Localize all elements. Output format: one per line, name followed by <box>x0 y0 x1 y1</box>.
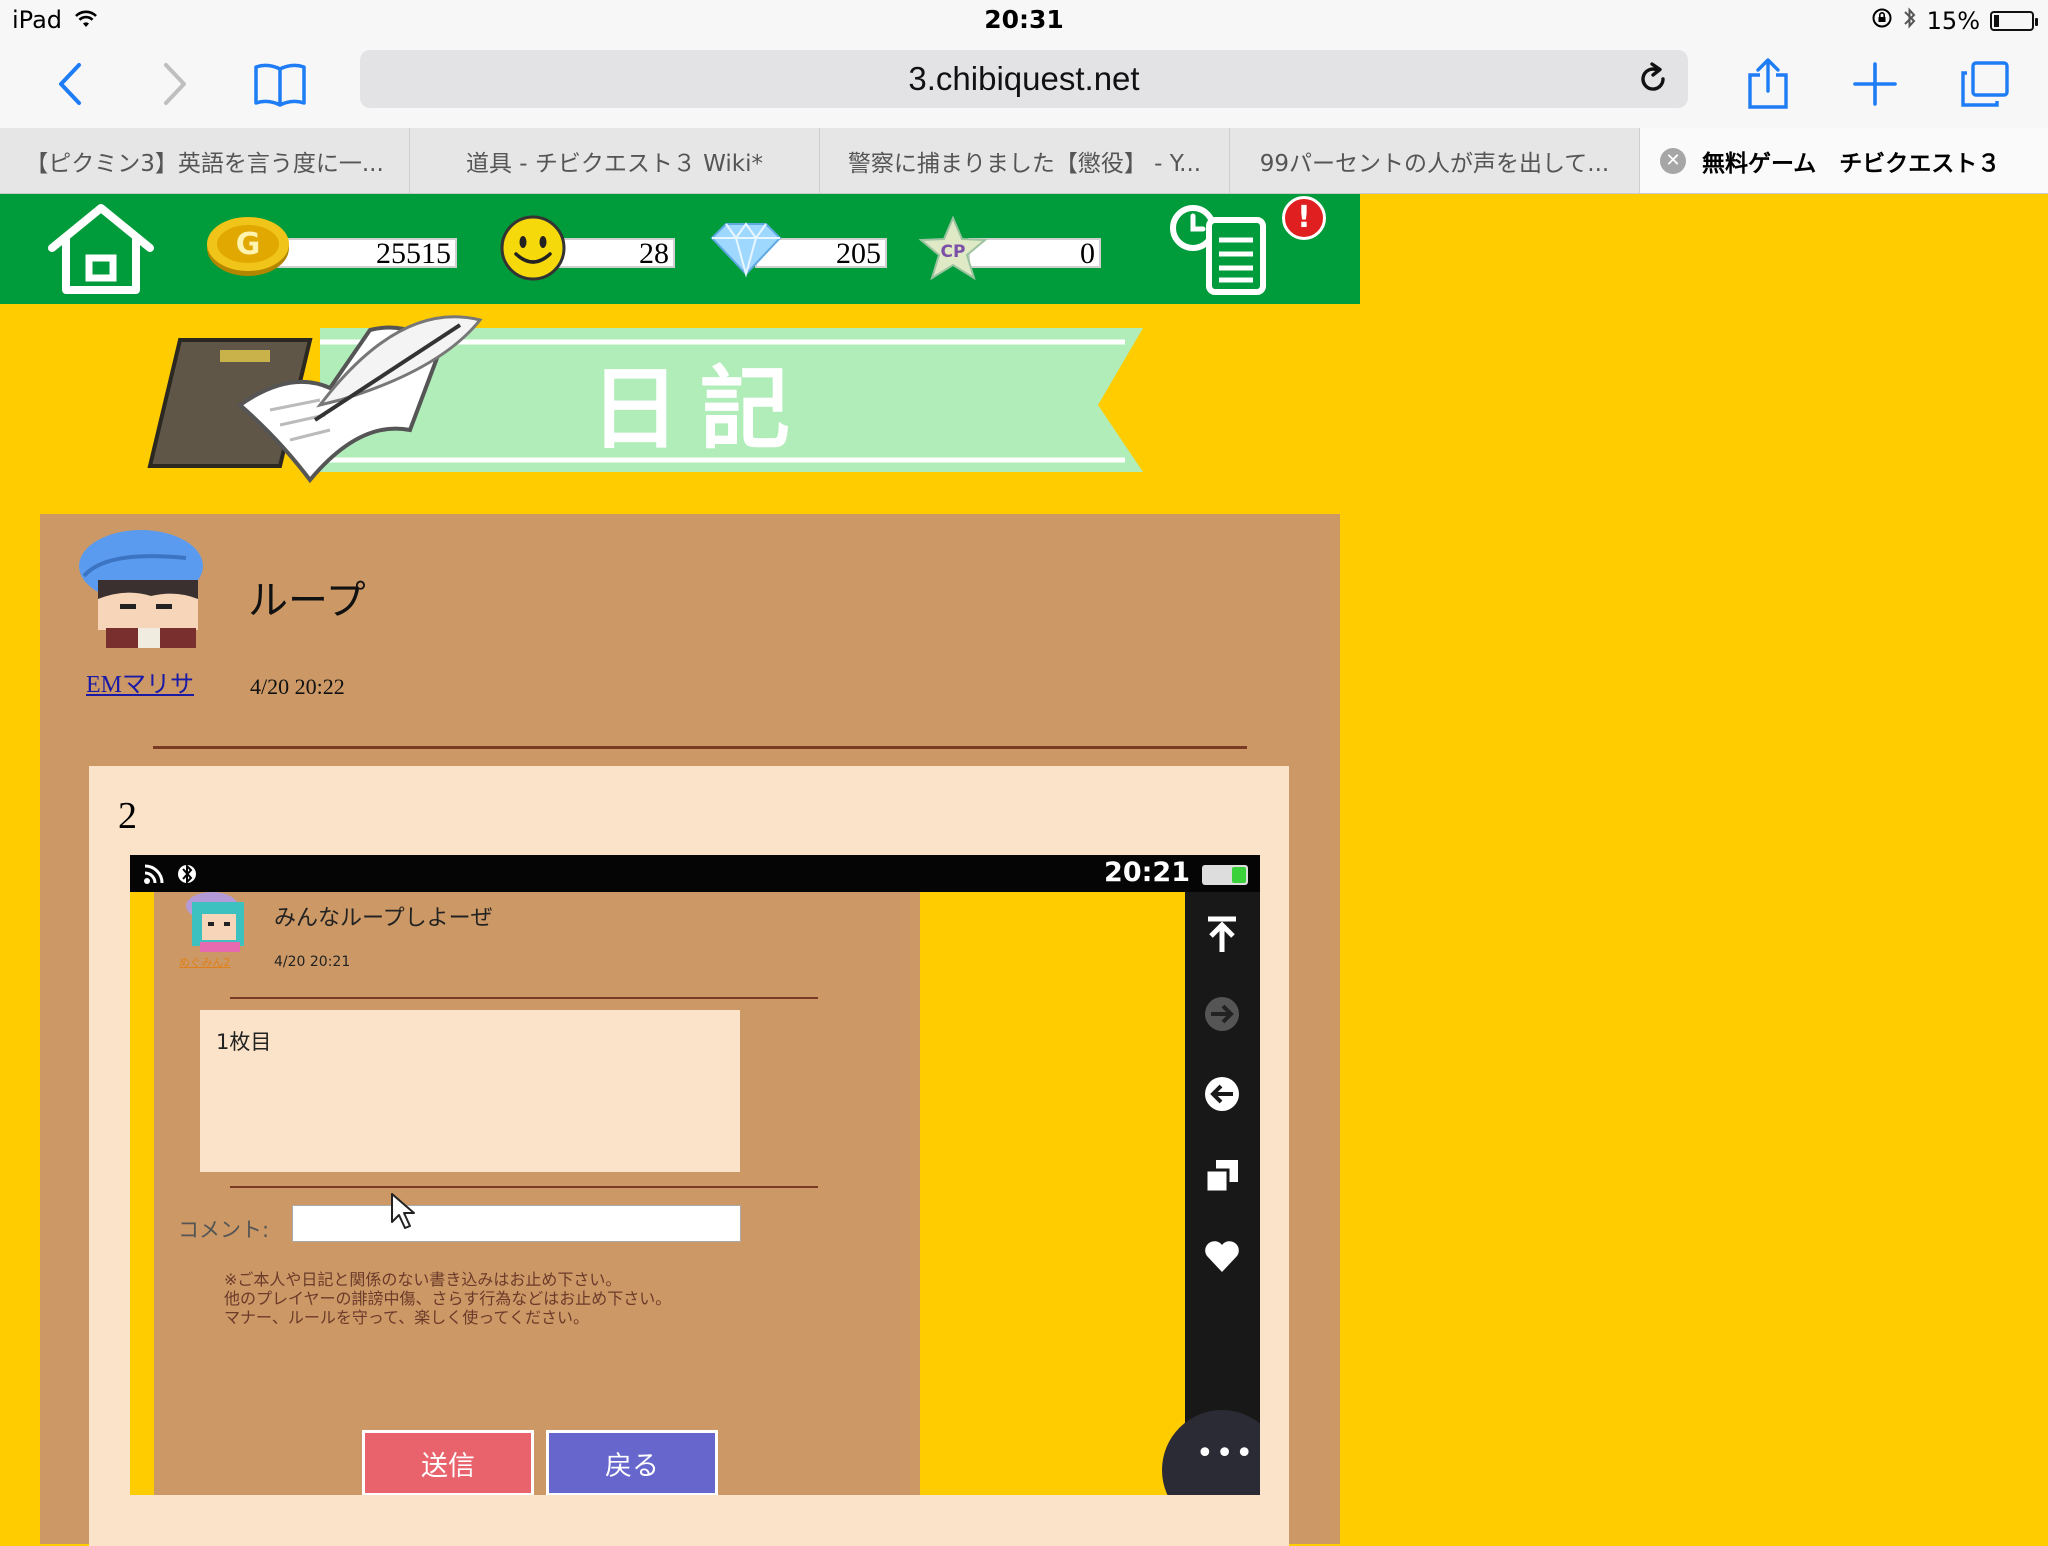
banner-title: 日記 <box>590 357 810 462</box>
embedded-screenshot: 20:21 めぐみん2 みんなループしよーぜ 4/20 20:21 1枚目 コメ… <box>130 855 1260 1495</box>
reload-icon[interactable] <box>1636 61 1670 105</box>
more-options-icon: ••• <box>1162 1410 1260 1495</box>
address-bar[interactable]: 3.chibiquest.net <box>360 50 1688 108</box>
browser-tab[interactable]: 警察に捕まりました【懲役】 - Y... <box>820 128 1230 193</box>
status-bar: iPad 20:31 15% <box>0 0 2048 40</box>
screenshot-time: 20:21 <box>1104 857 1190 888</box>
screenshot-post-body: 1枚目 <box>200 1010 740 1172</box>
forward-button[interactable] <box>145 40 205 128</box>
back-button[interactable] <box>40 40 100 128</box>
author-link[interactable]: EMマリサ <box>86 664 194 699</box>
tabs-button[interactable] <box>1955 40 2015 128</box>
tabs-icon <box>1961 61 2009 107</box>
home-icon <box>48 204 154 294</box>
close-tab-icon[interactable]: ✕ <box>1660 148 1686 174</box>
diary-date: 4/20 20:22 <box>250 674 345 699</box>
mouse-cursor-icon <box>390 1192 416 1234</box>
status-time: 20:31 <box>984 5 1064 34</box>
smile-icon <box>499 214 567 286</box>
book-icon <box>254 63 306 107</box>
comment-input <box>292 1205 741 1242</box>
screenshot-status-bar: 20:21 <box>130 855 1260 892</box>
share-icon <box>1748 58 1788 109</box>
plus-icon <box>1853 62 1897 106</box>
diary-banner: 日記 <box>140 310 1150 500</box>
browser-tab[interactable]: 【ピクミン3】英語を言う度に一... <box>0 128 410 193</box>
alert-badge: ! <box>1282 196 1326 240</box>
back-button: 戻る <box>546 1430 718 1495</box>
cp-star-icon: CP <box>918 215 988 286</box>
note-line: 他のプレイヤーの誹謗中傷、さらす行為などはお止め下さい。 <box>224 1289 672 1308</box>
screenshot-side-toolbar <box>1185 892 1260 1495</box>
scroll-top-icon <box>1200 912 1244 956</box>
game-header: 25515 G 28 205 0 CP ! <box>0 194 1360 304</box>
more-dots: ••• <box>1196 1436 1256 1471</box>
svg-text:CP: CP <box>941 242 966 262</box>
browser-tab[interactable]: 99パーセントの人が声を出して... <box>1230 128 1640 193</box>
chevron-left-icon <box>59 63 81 105</box>
browser-tab-active[interactable]: ✕ 無料ゲーム チビクエスト３ <box>1640 128 2048 193</box>
diamond-icon <box>708 220 784 282</box>
note-line: マナー、ルールを守って、楽しく使ってください。 <box>224 1308 589 1327</box>
new-tab-button[interactable] <box>1845 40 1905 128</box>
note-line: ※ご本人や日記と関係のない書き込みはお止め下さい。 <box>224 1270 622 1289</box>
windows-icon <box>1200 1154 1244 1198</box>
screenshot-post-date: 4/20 20:21 <box>274 954 351 970</box>
clock-list-icon <box>1170 205 1266 295</box>
rotation-lock-icon <box>1871 7 1893 35</box>
chevron-right-icon <box>164 63 186 105</box>
browser-toolbar: 3.chibiquest.net <box>0 40 2048 128</box>
bluetooth-icon <box>1903 6 1917 36</box>
divider <box>153 746 1247 749</box>
diary-body-text: 2 <box>118 795 137 837</box>
url-text: 3.chibiquest.net <box>908 60 1140 97</box>
svg-text:G: G <box>236 227 261 262</box>
comment-notes: ※ご本人や日記と関係のない書き込みはお止め下さい。 他のプレイヤーの誹謗中傷、さ… <box>224 1270 671 1327</box>
screenshot-post-title: みんなループしよーぜ <box>274 906 493 931</box>
log-clock-button[interactable] <box>1165 200 1275 304</box>
active-tab-label: 無料ゲーム チビクエスト３ <box>1702 150 2001 177</box>
bluetooth-icon <box>178 860 196 892</box>
share-button[interactable] <box>1738 40 1798 128</box>
divider <box>230 1186 818 1188</box>
battery-percent: 15% <box>1926 7 1980 35</box>
battery-icon <box>1990 11 2038 31</box>
tab-bar: 【ピクミン3】英語を言う度に一... 道具 - チビクエスト３ Wiki* 警察… <box>0 128 2048 194</box>
comment-label: コメント: <box>178 1218 270 1242</box>
forward-icon <box>1200 992 1244 1036</box>
screenshot-diary-panel: めぐみん2 みんなループしよーぜ 4/20 20:21 1枚目 コメント: ※ご… <box>154 892 920 1495</box>
screenshot-body-text: 1枚目 <box>216 1030 272 1054</box>
home-button[interactable] <box>44 202 158 302</box>
gold-coin-icon: G <box>205 214 291 282</box>
diary-title: ループ <box>248 578 366 624</box>
screenshot-avatar <box>182 892 254 958</box>
browser-tab[interactable]: 道具 - チビクエスト３ Wiki* <box>410 128 820 193</box>
author-avatar[interactable] <box>76 524 211 658</box>
signal-icon <box>142 862 166 890</box>
gold-value: 25515 <box>265 238 457 269</box>
bookmarks-button[interactable] <box>245 40 315 128</box>
send-button: 送信 <box>362 1430 534 1495</box>
heart-icon <box>1200 1234 1244 1278</box>
divider <box>230 997 818 999</box>
back-arrow-icon <box>1200 1072 1244 1116</box>
battery-icon <box>1202 865 1248 885</box>
screenshot-author: めぐみん2 <box>179 956 231 969</box>
